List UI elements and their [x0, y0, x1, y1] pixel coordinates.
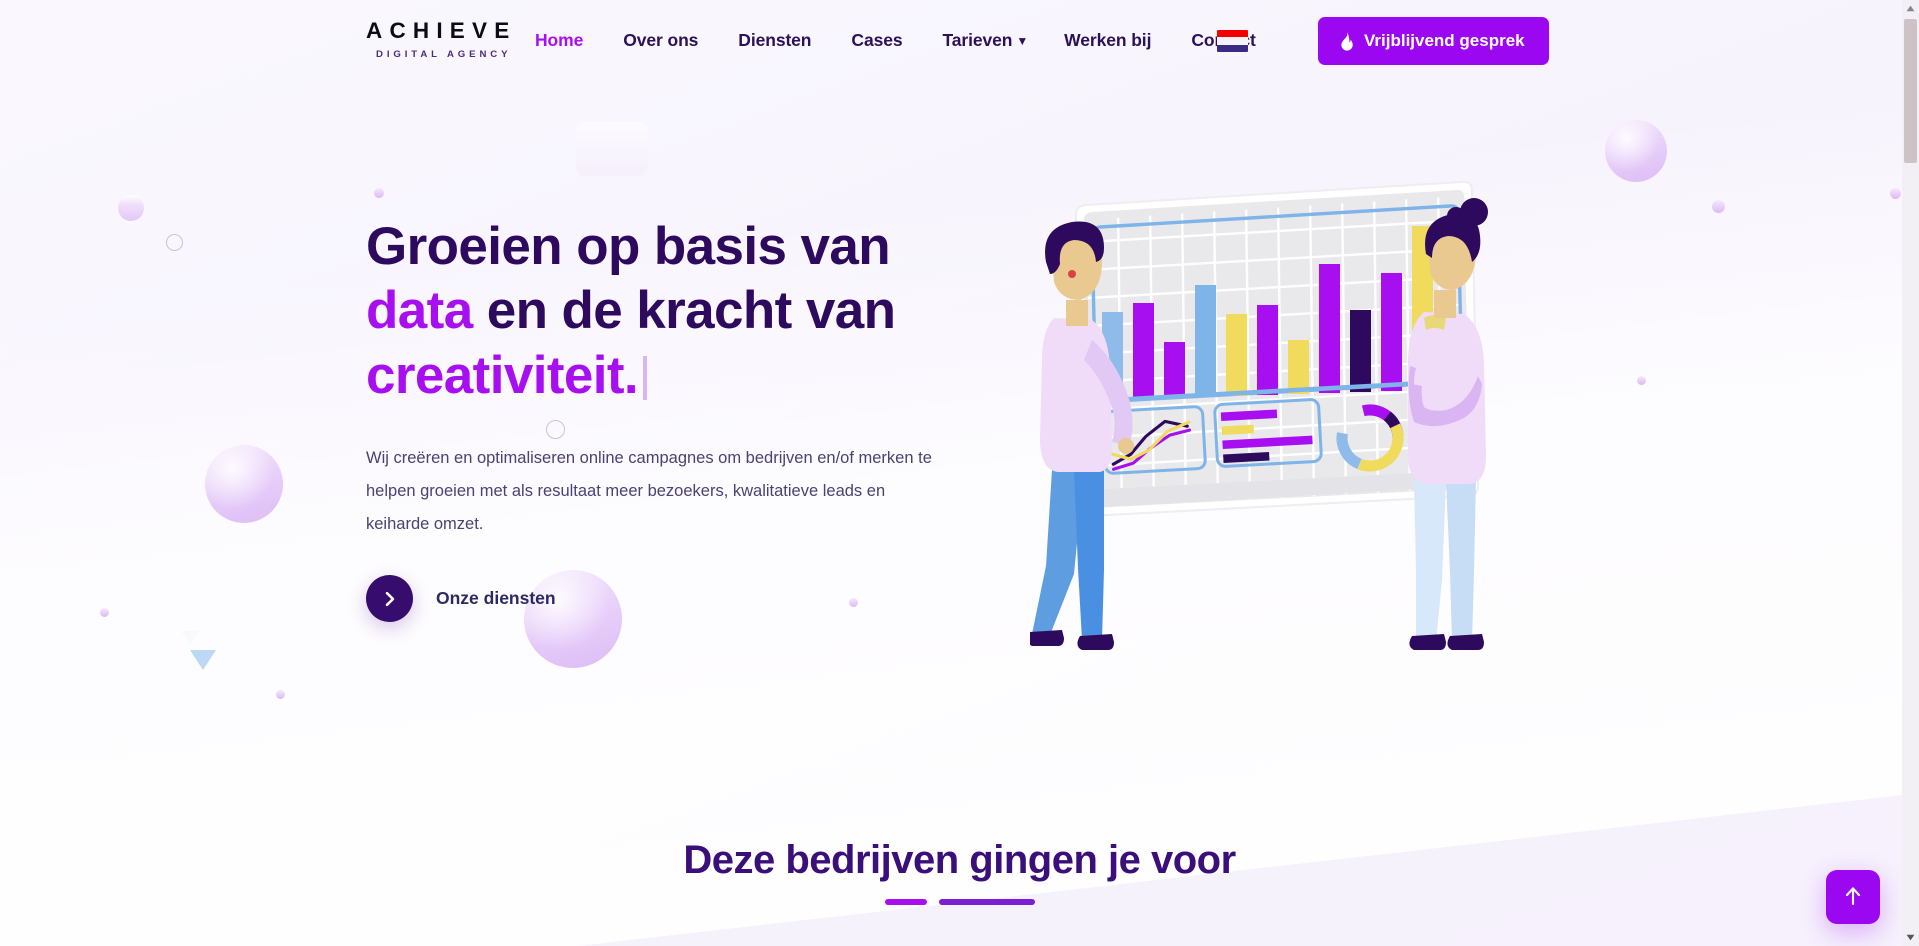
logo-main-text: ACHIEVE — [366, 18, 517, 43]
nav-item-tarieven-label: Tarieven — [942, 30, 1013, 50]
decor-ring-small — [166, 234, 183, 251]
title-underline-short — [884, 899, 927, 905]
hero-cta-label: Onze diensten — [436, 588, 556, 609]
decor-dot-5 — [1712, 200, 1725, 213]
headline-accent-word: data — [366, 281, 473, 341]
title-underline-long — [938, 899, 1035, 905]
page-root: ACHIEVE DIGITAL AGENCY Home Over ons Die… — [0, 0, 1919, 946]
headline-line-1: Groeien op basis van — [366, 217, 891, 276]
nav-item-over-ons-label: Over ons — [623, 30, 699, 50]
nav-item-home[interactable]: Home — [535, 26, 583, 55]
scrollbar-arrow-down-icon[interactable] — [1902, 929, 1919, 946]
logo[interactable]: ACHIEVE DIGITAL AGENCY — [366, 18, 517, 60]
decor-thumbnail-shape — [576, 122, 648, 176]
decor-sphere-right-top — [1605, 120, 1667, 182]
scroll-to-top-button[interactable] — [1826, 870, 1880, 924]
main-navigation: Home Over ons Diensten Cases Tarieven ▼ W… — [535, 26, 1296, 55]
chevron-down-icon: ▼ — [1016, 34, 1029, 48]
decor-circle-small — [118, 195, 144, 221]
headline-line-3: creativiteit. — [366, 345, 639, 405]
flame-icon — [1338, 31, 1355, 51]
hero-illustration — [1027, 170, 1530, 650]
nav-item-cases[interactable]: Cases — [851, 26, 902, 55]
headline-line-2: en de kracht van — [472, 281, 896, 341]
decor-sphere-left — [205, 445, 283, 523]
typing-cursor — [643, 355, 648, 400]
nav-item-diensten[interactable]: Diensten — [738, 26, 811, 55]
nav-item-werken-bij[interactable]: Werken bij — [1064, 26, 1151, 55]
decor-triangle-icon — [181, 631, 216, 670]
decor-dot-7 — [1637, 376, 1646, 385]
scrollbar-arrow-up-icon[interactable] — [1902, 0, 1919, 17]
page-title: Groeien op basis van data en de kracht v… — [366, 215, 966, 408]
chevron-right-icon — [366, 575, 413, 623]
arrow-up-icon — [1843, 885, 1863, 910]
header-cta-button[interactable]: Vrijblijvend gesprek — [1318, 17, 1549, 65]
decor-dot-3 — [276, 690, 285, 699]
header-cta-label: Vrijblijvend gesprek — [1364, 31, 1525, 50]
nav-item-over-ons[interactable]: Over ons — [623, 26, 698, 55]
nav-item-tarieven[interactable]: Tarieven ▼ — [942, 26, 1028, 55]
page-scrollbar[interactable] — [1902, 0, 1919, 946]
hero-cta-button[interactable]: Onze diensten — [366, 575, 556, 623]
nav-item-cases-label: Cases — [851, 30, 903, 50]
title-underline-group — [0, 899, 1919, 905]
brands-section: Deze bedrijven gingen je voor — [0, 838, 1919, 905]
logo-sub-text: DIGITAL AGENCY — [375, 48, 512, 60]
nav-item-home-label: Home — [535, 30, 584, 50]
decor-dot-6 — [1890, 188, 1901, 199]
scrollbar-thumb[interactable] — [1904, 19, 1917, 163]
netherlands-flag-icon[interactable] — [1217, 30, 1248, 52]
decor-dot-1 — [374, 188, 384, 198]
hero-section: Groeien op basis van data en de kracht v… — [366, 215, 966, 623]
hero-paragraph: Wij creëren en optimaliseren online camp… — [366, 449, 932, 534]
nav-item-diensten-label: Diensten — [738, 30, 812, 50]
decor-dot-2 — [100, 608, 109, 617]
nav-item-werken-bij-label: Werken bij — [1064, 30, 1152, 50]
site-header: ACHIEVE DIGITAL AGENCY Home Over ons Die… — [0, 0, 1919, 82]
brands-section-title: Deze bedrijven gingen je voor — [683, 838, 1236, 882]
